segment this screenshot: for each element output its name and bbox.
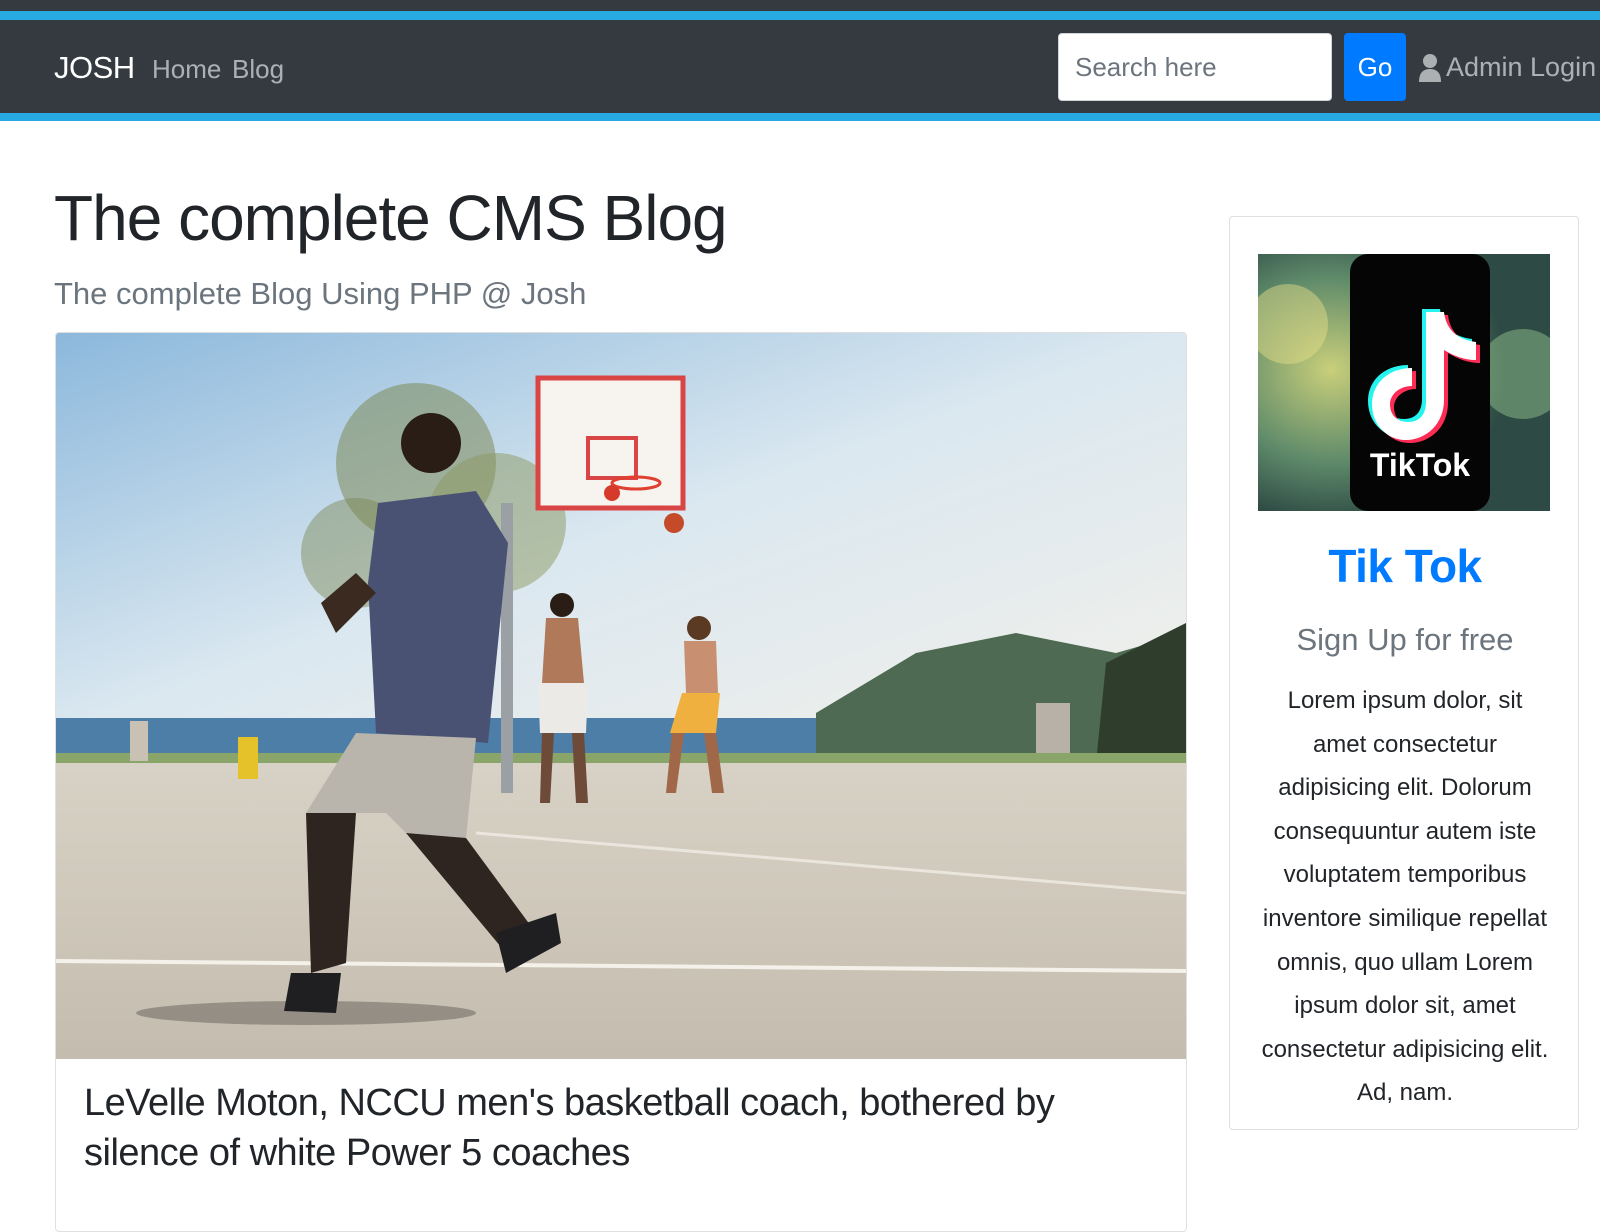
ad-description: Lorem ipsum dolor, sit amet consectetur … (1261, 687, 1549, 1107)
ad-subtitle: Sign Up for free (1296, 622, 1514, 657)
post-title[interactable]: LeVelle Moton, NCCU men's basketball coa… (84, 1078, 1164, 1178)
tiktok-logo-text: TikTok (1370, 447, 1470, 483)
page-title: The complete CMS Blog (54, 182, 728, 254)
sidebar-ad-card: TikTok Tik Tok Sign Up for free Lorem ip… (1229, 216, 1579, 1130)
brand-logo[interactable]: JOSH (54, 50, 135, 86)
navbar: JOSH Home Blog Go Admin Login (0, 20, 1600, 121)
go-button[interactable]: Go (1344, 33, 1406, 101)
admin-login-link[interactable]: Admin Login (1418, 52, 1596, 83)
admin-login-label: Admin Login (1446, 52, 1597, 82)
top-accent-bar (0, 0, 1600, 20)
nav-link-home[interactable]: Home (152, 54, 221, 85)
user-icon (1418, 53, 1442, 83)
ad-title[interactable]: Tik Tok (1230, 539, 1580, 593)
tiktok-ad-image[interactable]: TikTok (1248, 254, 1568, 511)
main-content: The complete CMS Blog The complete Blog … (0, 129, 1600, 1232)
nav-link-blog[interactable]: Blog (232, 54, 284, 85)
post-card: LeVelle Moton, NCCU men's basketball coa… (55, 332, 1187, 1232)
page-subtitle: The complete Blog Using PHP @ Josh (54, 276, 587, 311)
search-input[interactable] (1058, 33, 1332, 101)
post-image[interactable] (56, 333, 1186, 1059)
